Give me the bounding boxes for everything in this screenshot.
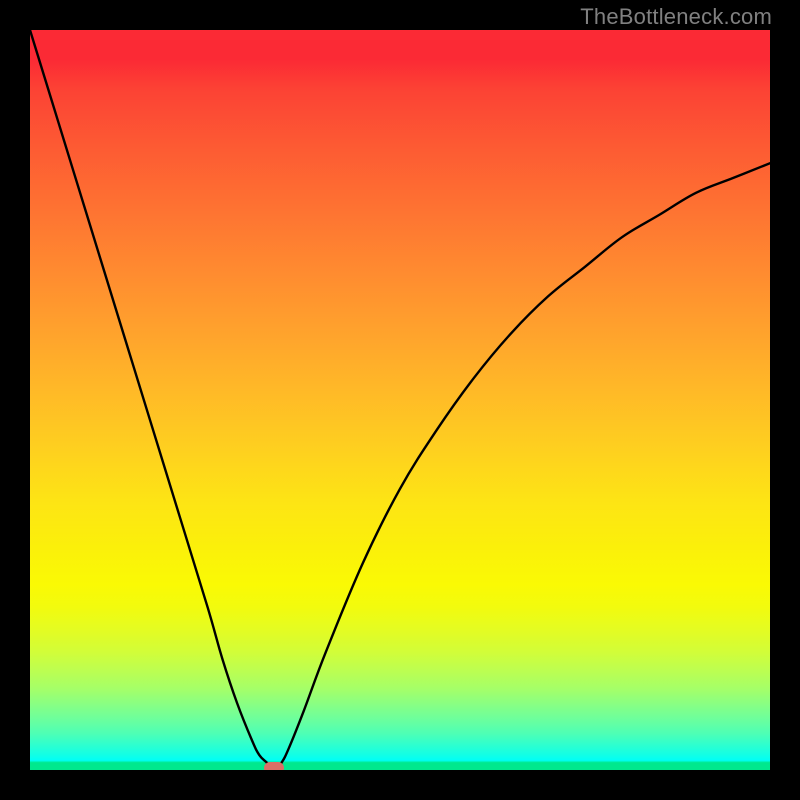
attribution-text: TheBottleneck.com bbox=[580, 4, 772, 30]
chart-frame: TheBottleneck.com bbox=[0, 0, 800, 800]
plot-area bbox=[30, 30, 770, 770]
optimum-marker bbox=[264, 762, 284, 770]
bottleneck-curve bbox=[30, 30, 770, 770]
